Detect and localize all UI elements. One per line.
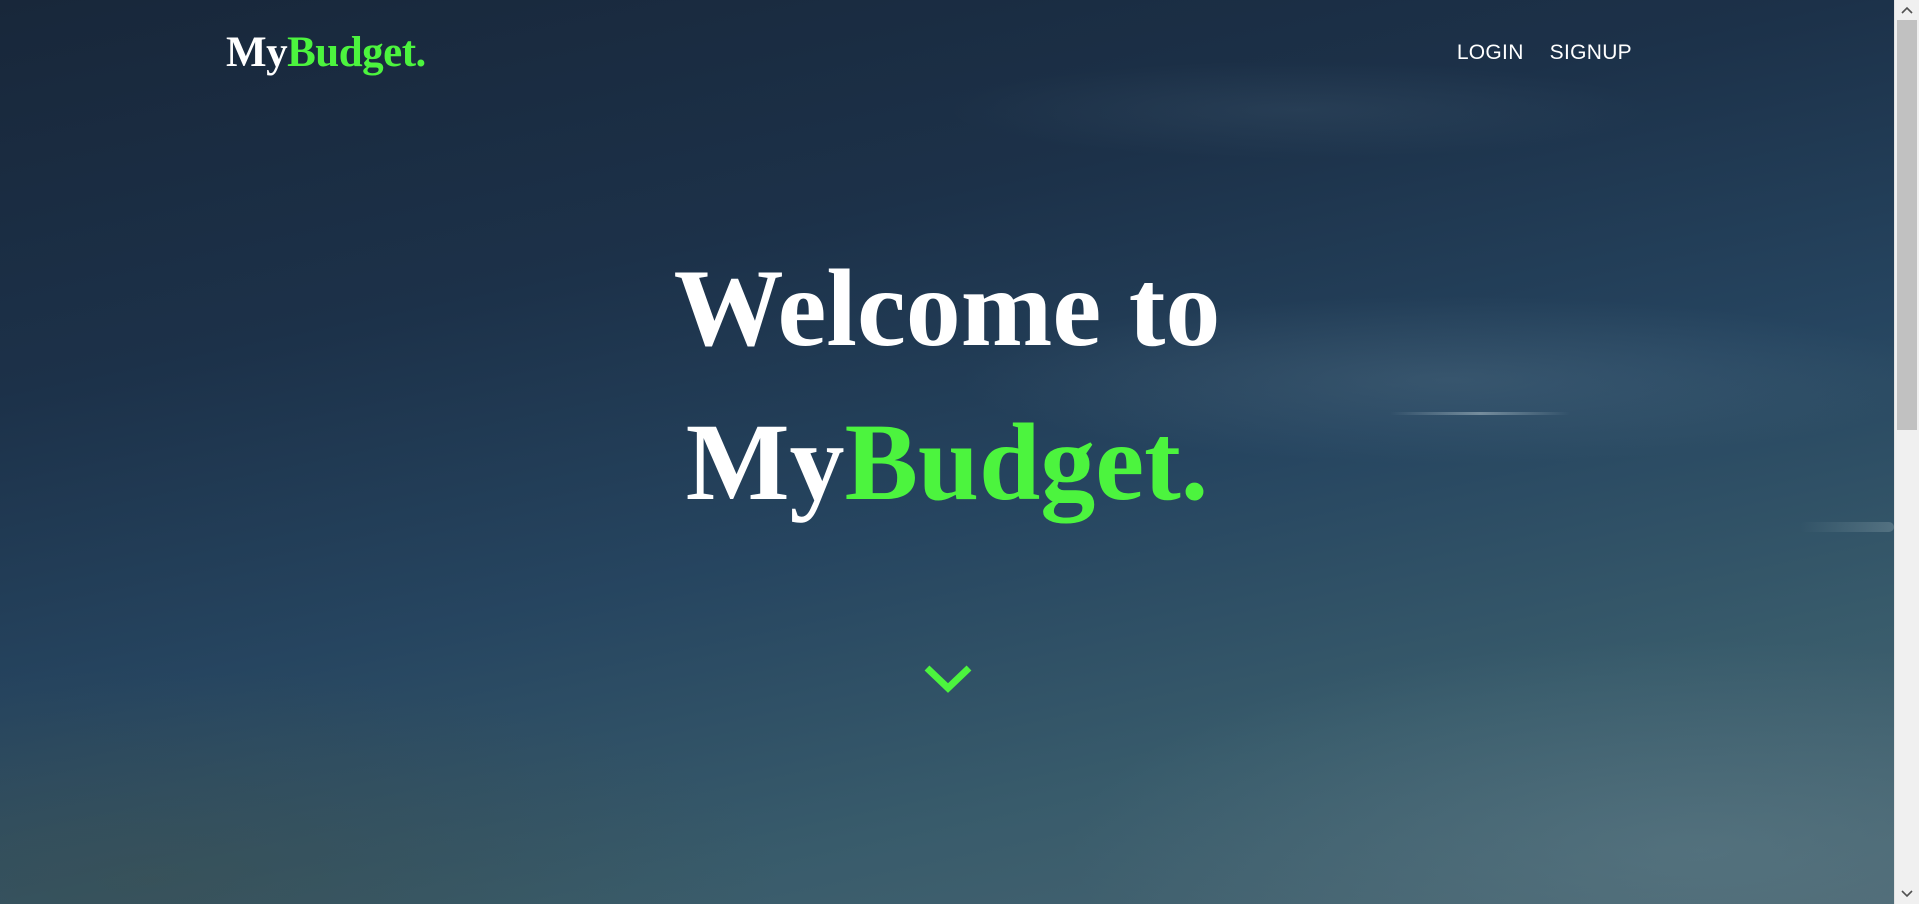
chevron-down-icon[interactable] [923, 662, 973, 694]
chevron-down-icon [1901, 890, 1913, 898]
login-link[interactable]: LOGIN [1457, 40, 1524, 66]
hero-brand-budget: Budget. [844, 401, 1209, 523]
vertical-scrollbar[interactable] [1894, 0, 1919, 904]
scrollbar-thumb[interactable] [1897, 20, 1917, 430]
scroll-down-button[interactable] [1895, 884, 1919, 904]
hero-title-welcome: Welcome to [673, 247, 1221, 369]
hero-title-brand: MyBudget. [0, 400, 1894, 524]
top-nav: LOGIN SIGNUP [1457, 40, 1632, 66]
logo-text-budget: Budget. [287, 29, 426, 76]
chevron-up-icon [1901, 6, 1913, 14]
site-logo[interactable]: MyBudget. [226, 28, 426, 78]
logo-text-my: My [226, 29, 288, 76]
scroll-up-button[interactable] [1895, 0, 1919, 20]
signup-link[interactable]: SIGNUP [1550, 40, 1632, 66]
hero-brand-my: My [685, 401, 845, 523]
hero-section: MyBudget. LOGIN SIGNUP Welcome to MyBudg… [0, 0, 1894, 904]
